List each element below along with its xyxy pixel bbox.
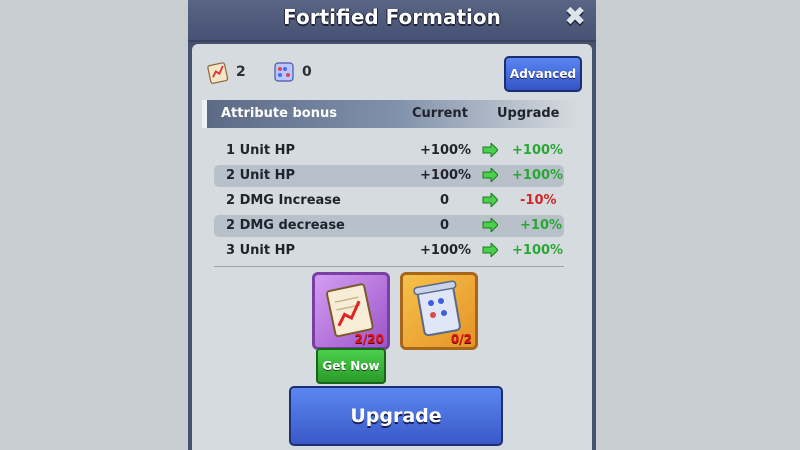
get-now-button[interactable]: Get Now — [316, 348, 386, 384]
table-row: 2 DMG Increase 0 -10% — [214, 190, 564, 212]
upgrade-button[interactable]: Upgrade — [289, 386, 503, 446]
abacus-icon — [274, 62, 294, 82]
formation-dialog: Fortified Formation ✖ 2 0 Advanced Attri… — [188, 0, 596, 450]
table-header: Attribute bonus Current Upgrade — [202, 100, 579, 128]
row-current: +100% — [420, 143, 472, 158]
close-icon[interactable]: ✖ — [564, 2, 586, 32]
divider — [214, 266, 564, 267]
header-upgrade: Upgrade — [497, 106, 560, 121]
arrow-right-icon — [482, 193, 498, 207]
row-attribute: 1 Unit HP — [226, 143, 295, 158]
row-current: +100% — [420, 243, 472, 258]
row-upgrade: -10% — [520, 193, 557, 208]
table-row: 2 Unit HP +100% +100% — [214, 165, 564, 187]
resource-count: 0 — [302, 64, 312, 80]
header-current: Current — [412, 106, 468, 121]
dialog-title: Fortified Formation — [283, 5, 501, 29]
resource-chart-document: 2 — [206, 60, 246, 84]
dialog-titlebar: Fortified Formation ✖ — [188, 0, 596, 42]
row-attribute: 2 DMG decrease — [226, 218, 345, 233]
table-row: 1 Unit HP +100% +100% — [214, 140, 564, 162]
header-attribute: Attribute bonus — [221, 106, 337, 121]
table-row: 2 DMG decrease 0 +10% — [214, 215, 564, 237]
row-current: +100% — [420, 168, 472, 183]
item-scroll[interactable]: 0/2 — [400, 272, 478, 350]
arrow-right-icon — [482, 143, 498, 157]
row-attribute: 2 Unit HP — [226, 168, 295, 183]
row-current: 0 — [440, 218, 450, 233]
row-attribute: 3 Unit HP — [226, 243, 295, 258]
arrow-right-icon — [482, 243, 498, 257]
row-attribute: 2 DMG Increase — [226, 193, 341, 208]
row-upgrade: +10% — [520, 218, 563, 233]
resource-abacus: 0 — [272, 60, 312, 84]
chart-document-icon — [207, 62, 229, 84]
arrow-right-icon — [482, 168, 498, 182]
table-row: 3 Unit HP +100% +100% — [214, 240, 564, 262]
item-count: 0/2 — [450, 332, 472, 346]
row-current: 0 — [440, 193, 450, 208]
item-count: 2/20 — [354, 332, 384, 346]
row-upgrade: +100% — [512, 243, 564, 258]
advanced-button[interactable]: Advanced — [504, 56, 582, 92]
resource-count: 2 — [236, 64, 246, 80]
item-chart-document[interactable]: 2/20 — [312, 272, 390, 350]
arrow-right-icon — [482, 218, 498, 232]
row-upgrade: +100% — [512, 168, 564, 183]
row-upgrade: +100% — [512, 143, 564, 158]
dialog-body: 2 0 Advanced Attribute bonus Current Upg… — [192, 44, 592, 450]
